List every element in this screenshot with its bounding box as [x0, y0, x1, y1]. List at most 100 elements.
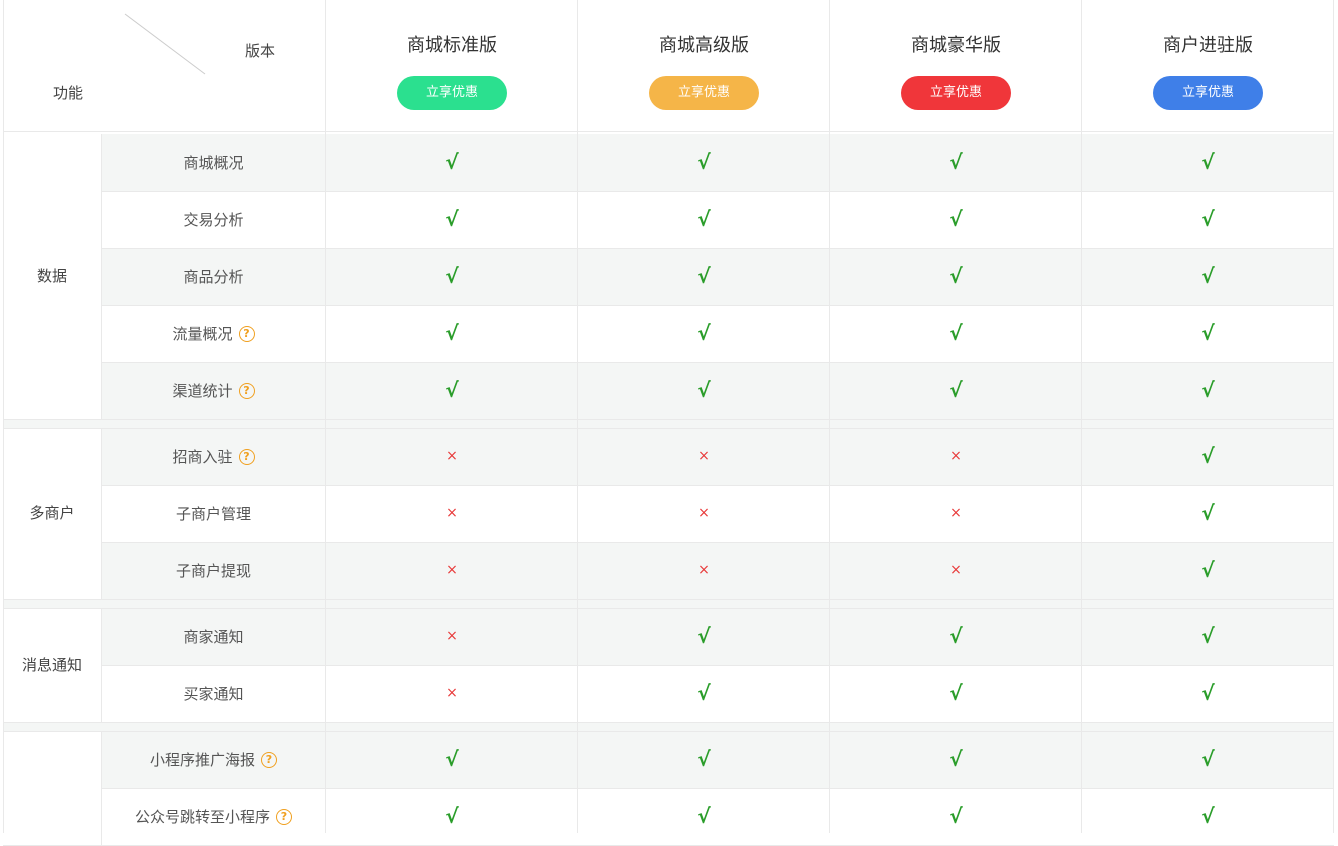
grid-line: [102, 305, 1334, 306]
feature-name: 流量概况?: [102, 305, 325, 362]
help-icon[interactable]: ?: [261, 751, 277, 768]
check-icon: √: [445, 747, 459, 771]
grid-line: [3, 0, 4, 833]
check-icon: √: [949, 747, 963, 771]
feature-name: 招商入驻?: [102, 428, 325, 485]
check-icon: √: [445, 321, 459, 345]
check-icon: √: [1201, 378, 1215, 402]
grid-line: [1333, 0, 1334, 833]
check-icon: √: [949, 804, 963, 828]
plan-title: 商城高级版: [659, 35, 749, 56]
grid-line: [101, 428, 102, 599]
check-icon: √: [445, 804, 459, 828]
feature-name: 商城概况: [102, 134, 325, 191]
cross-icon: ×: [446, 685, 458, 701]
cross-icon: ×: [698, 505, 710, 521]
feature-name: 小程序推广海报?: [102, 731, 325, 788]
check-icon: √: [697, 804, 711, 828]
grid-line: [3, 608, 1334, 609]
grid-line: [101, 731, 102, 845]
check-icon: √: [1201, 747, 1215, 771]
check-icon: √: [1201, 681, 1215, 705]
check-icon: √: [949, 378, 963, 402]
grid-line: [3, 731, 1334, 732]
check-icon: √: [445, 150, 459, 174]
diagonal-divider: [124, 13, 206, 75]
feature-label: 商家通知: [183, 628, 244, 646]
feature-name: 子商户管理: [102, 485, 325, 542]
check-icon: √: [697, 207, 711, 231]
feature-label: 子商户管理: [175, 505, 251, 523]
feature-label: 功能: [53, 84, 84, 102]
grid-line: [102, 485, 1334, 486]
check-icon: √: [697, 150, 711, 174]
grid-line: [102, 248, 1334, 249]
category-label: 多商户: [3, 428, 101, 599]
grid-line: [101, 608, 102, 722]
grid-line: [1081, 0, 1082, 833]
check-icon: √: [1201, 804, 1215, 828]
feature-label: 交易分析: [183, 211, 244, 229]
plan-offer-button[interactable]: 立享优惠: [397, 76, 507, 110]
grid-line: [102, 542, 1334, 543]
cross-icon: ×: [950, 562, 962, 578]
check-icon: √: [697, 378, 711, 402]
feature-name: 交易分析: [102, 191, 325, 248]
check-icon: √: [949, 207, 963, 231]
check-icon: √: [1201, 624, 1215, 648]
grid-line: [829, 0, 830, 833]
plan-offer-button[interactable]: 立享优惠: [901, 76, 1011, 110]
feature-label: 招商入驻: [172, 448, 233, 466]
feature-name: 商品分析: [102, 248, 325, 305]
check-icon: √: [445, 264, 459, 288]
feature-label: 流量概况: [172, 325, 233, 343]
grid-line: [101, 134, 102, 419]
plan-title: 商户进驻版: [1163, 35, 1253, 56]
feature-name: 商家通知: [102, 608, 325, 665]
feature-label: 公众号跳转至小程序: [134, 808, 270, 826]
table-header: 版本 功能: [3, 0, 1334, 131]
version-label: 版本: [245, 42, 276, 60]
help-icon[interactable]: ?: [238, 448, 255, 465]
check-icon: √: [1201, 207, 1215, 231]
feature-label: 小程序推广海报: [149, 751, 255, 769]
check-icon: √: [445, 378, 459, 402]
check-icon: √: [1201, 444, 1215, 468]
feature-label: 商品分析: [183, 268, 244, 286]
plan-offer-button[interactable]: 立享优惠: [649, 76, 759, 110]
check-icon: √: [1201, 501, 1215, 525]
check-icon: √: [949, 150, 963, 174]
feature-label: 渠道统计: [172, 382, 233, 400]
cross-icon: ×: [950, 505, 962, 521]
feature-name: 子商户提现: [102, 542, 325, 599]
help-icon[interactable]: ?: [238, 325, 255, 342]
feature-name: 渠道统计?: [102, 362, 325, 419]
grid-line: [3, 131, 1334, 132]
check-icon: √: [445, 207, 459, 231]
category-label: [3, 731, 101, 845]
grid-line: [3, 599, 1334, 600]
grid-line: [102, 788, 1334, 789]
category-label: 数据: [3, 134, 101, 419]
help-icon[interactable]: ?: [238, 382, 255, 399]
check-icon: √: [1201, 321, 1215, 345]
check-icon: √: [697, 747, 711, 771]
cross-icon: ×: [698, 448, 710, 464]
plan-title: 商城豪华版: [911, 35, 1001, 56]
feature-label: 买家通知: [183, 685, 244, 703]
grid-line: [102, 191, 1334, 192]
check-icon: √: [697, 681, 711, 705]
grid-line: [577, 0, 578, 833]
plan-offer-button[interactable]: 立享优惠: [1153, 76, 1263, 110]
cross-icon: ×: [446, 562, 458, 578]
feature-name: 买家通知: [102, 665, 325, 722]
check-icon: √: [949, 321, 963, 345]
check-icon: √: [949, 264, 963, 288]
grid-line: [102, 665, 1334, 666]
help-icon[interactable]: ?: [276, 808, 292, 825]
grid-line: [325, 0, 326, 833]
check-icon: √: [1201, 150, 1215, 174]
cross-icon: ×: [446, 505, 458, 521]
grid-line: [3, 722, 1334, 723]
category-label: 消息通知: [3, 608, 101, 722]
